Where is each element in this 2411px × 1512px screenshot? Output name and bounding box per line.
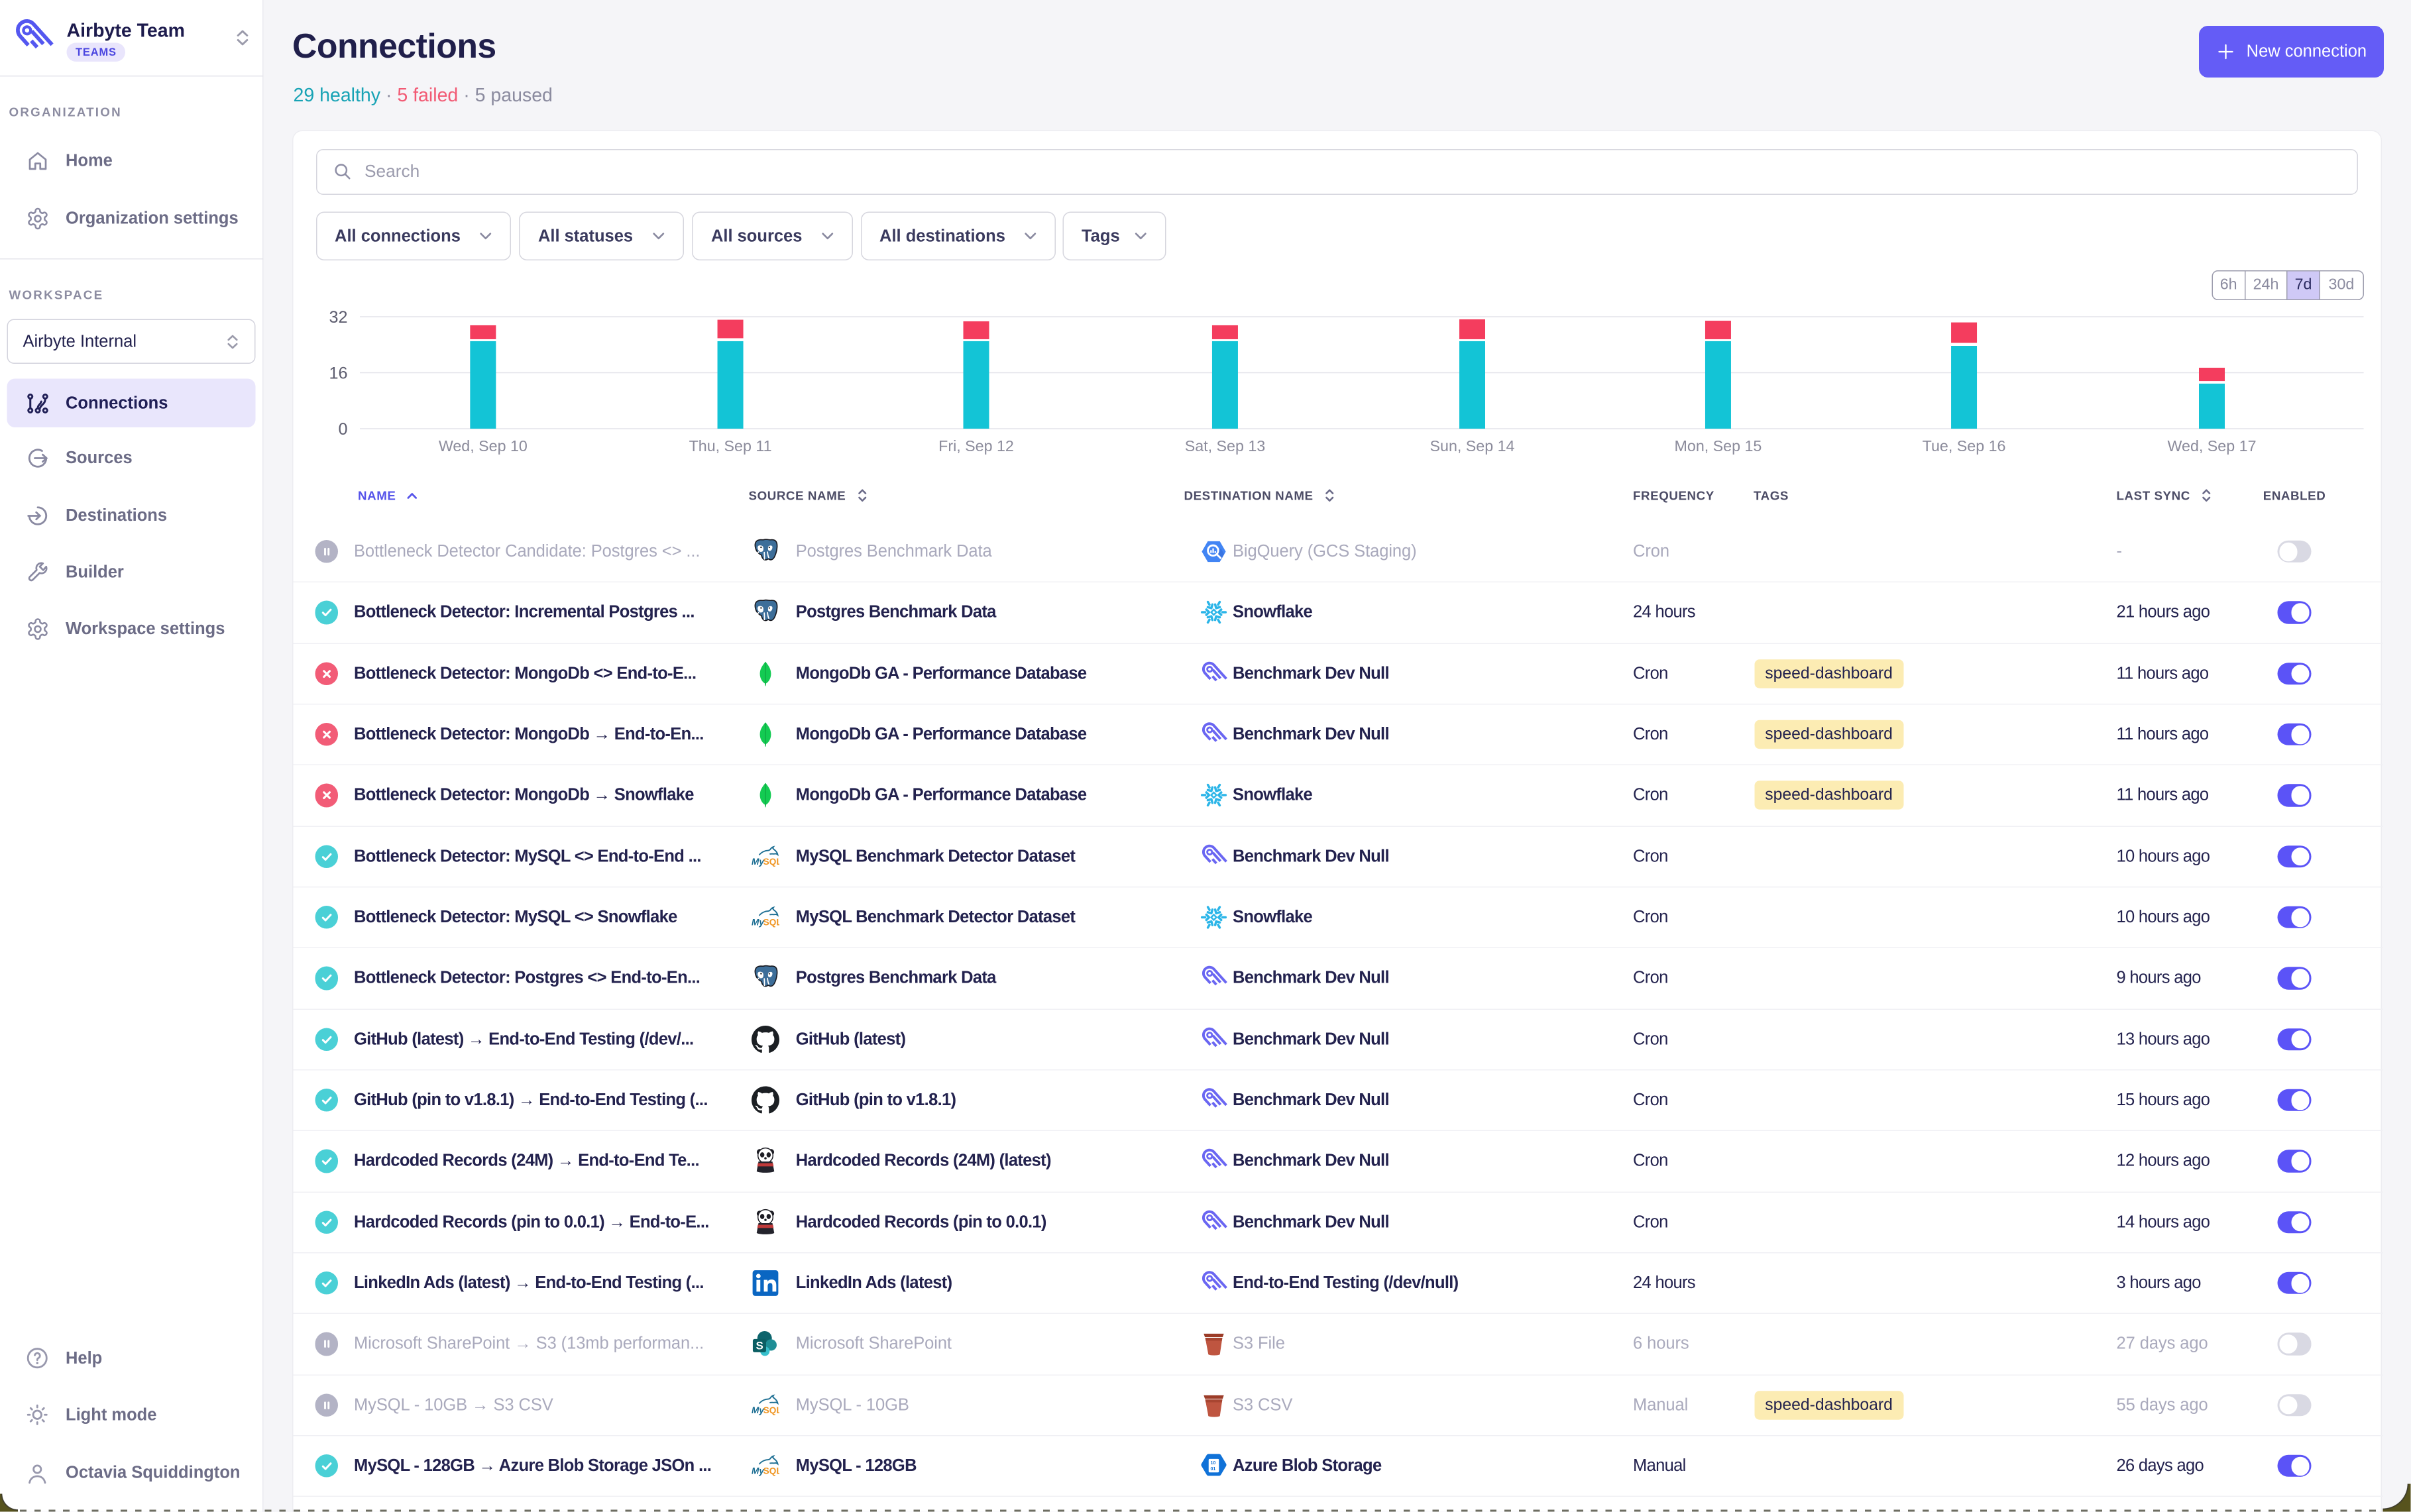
svg-text:Sun, Sep 14: Sun, Sep 14	[1430, 437, 1515, 455]
svg-text:Sat, Sep 13: Sat, Sep 13	[1185, 437, 1266, 455]
svg-text:16: 16	[329, 364, 348, 383]
svg-text:32: 32	[329, 308, 348, 327]
svg-text:Wed, Sep 17: Wed, Sep 17	[2168, 437, 2257, 455]
svg-text:0: 0	[339, 420, 348, 439]
svg-text:Fri, Sep 12: Fri, Sep 12	[938, 437, 1014, 455]
svg-text:Mon, Sep 15: Mon, Sep 15	[1675, 437, 1762, 455]
svg-text:Thu, Sep 11: Thu, Sep 11	[689, 437, 772, 455]
svg-text:Wed, Sep 10: Wed, Sep 10	[439, 437, 528, 455]
svg-text:Tue, Sep 16: Tue, Sep 16	[1923, 437, 2006, 455]
